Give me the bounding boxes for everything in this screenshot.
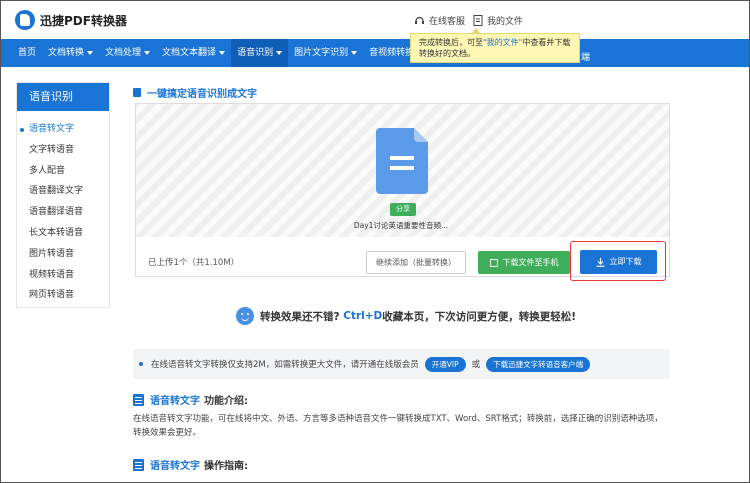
logo-icon — [15, 10, 35, 30]
nav-item-label: 文档转换 — [48, 48, 85, 58]
notice-text: 在线语音转文字转换仅支持2M，如需转换更大文件，请开通在线版会员 — [151, 360, 419, 370]
promo-text1: 转换效果还不错? — [260, 310, 340, 323]
chevron-down-icon — [144, 51, 151, 55]
size-limit-notice: 在线语音转文字转换仅支持2M，如需转换更大文件，请开通在线版会员 开通VIP 或… — [133, 349, 670, 379]
nav-item-5[interactable]: 图片文字识别 — [288, 39, 363, 67]
sidebar: 语音识别 语音转文字 文字转语音 多人配音 语音翻译文字 语音翻译语音 长文本转语音 图片转… — [16, 82, 110, 308]
tooltip-link[interactable]: "我的文件" — [483, 38, 522, 47]
nav-item-tail[interactable]: 端 — [581, 50, 590, 63]
tooltip-line2: 转换好的文档。 — [419, 49, 475, 58]
section-title: 一键搞定语音识别成文字 — [133, 85, 257, 100]
sidebar-title: 语音识别 — [17, 83, 109, 111]
qrcode-icon — [489, 258, 498, 267]
download-client-button[interactable]: 下载迅捷文字转语音客户端 — [486, 356, 591, 372]
intro-heading: 语音转文字 功能介绍: — [133, 392, 248, 407]
tooltip-text-post: 中查看并下载 — [522, 38, 571, 47]
chevron-down-icon — [219, 51, 226, 55]
uploaded-file-name: Day1讨论英语重要性音频... — [353, 221, 449, 230]
intro-keyword: 语音转文字 — [150, 396, 200, 407]
nav-item-0[interactable]: 首页 — [12, 39, 42, 67]
sidebar-item-3[interactable]: 语音翻译文字 — [17, 181, 109, 202]
chevron-down-icon — [276, 51, 283, 55]
nav-item-4[interactable]: 语音识别 — [231, 39, 289, 67]
document-icon — [473, 15, 483, 26]
online-service-link[interactable]: 在线客服 — [414, 14, 465, 27]
main-nav: 首页 文档转换 文档处理 文档文本翻译 语音识别 图片文字识别 音视频转换 — [1, 39, 749, 67]
sidebar-item-7[interactable]: 视频转语音 — [17, 265, 109, 286]
section-title-text: 一键搞定语音识别成文字 — [147, 89, 257, 100]
continue-add-button[interactable]: 继续添加（批量转换） — [366, 251, 466, 274]
share-badge[interactable]: 分享 — [390, 203, 416, 216]
section-marker-icon — [133, 88, 141, 97]
document-icon — [133, 393, 144, 406]
sidebar-item-0[interactable]: 语音转文字 — [17, 119, 109, 140]
my-files-label: 我的文件 — [487, 17, 524, 27]
guide-heading: 语音转文字 操作指南: — [133, 457, 248, 472]
intro-title: 功能介绍: — [204, 396, 248, 407]
download-now-button[interactable]: 立即下载 — [580, 250, 657, 274]
sidebar-item-5[interactable]: 长文本转语音 — [17, 223, 109, 244]
nav-item-label: 文档文本翻译 — [162, 48, 217, 58]
header: 迅捷PDF转换器 在线客服 我的文件 — [1, 1, 749, 39]
sidebar-item-4[interactable]: 语音翻译语音 — [17, 202, 109, 223]
guide-title: 操作指南: — [204, 461, 248, 472]
download-to-phone-label: 下载文件至手机 — [502, 258, 559, 267]
smiley-icon — [236, 307, 254, 325]
nav-item-label: 首页 — [18, 48, 37, 58]
sidebar-item-1[interactable]: 文字转语音 — [17, 140, 109, 161]
app-logo[interactable]: 迅捷PDF转换器 — [15, 10, 127, 30]
app-title: 迅捷PDF转换器 — [40, 13, 127, 28]
nav-item-2[interactable]: 文档处理 — [99, 39, 156, 67]
list-icon — [133, 458, 144, 471]
guide-keyword: 语音转文字 — [150, 461, 200, 472]
nav-item-1[interactable]: 文档转换 — [42, 39, 99, 67]
download-icon — [596, 257, 604, 267]
nav-item-label: 图片文字识别 — [294, 48, 349, 58]
nav-item-3[interactable]: 文档文本翻译 — [156, 39, 231, 67]
sidebar-item-2[interactable]: 多人配音 — [17, 161, 109, 182]
chevron-down-icon — [87, 51, 94, 55]
notice-or: 或 — [471, 360, 481, 370]
tooltip-text-pre: 完成转换后，可至 — [419, 38, 483, 47]
sidebar-item-6[interactable]: 图片转语音 — [17, 244, 109, 265]
promo-shortcut: Ctrl+D — [343, 310, 383, 322]
download-now-label: 立即下载 — [609, 257, 642, 266]
audio-file-icon — [376, 128, 428, 194]
open-vip-button[interactable]: 开通VIP — [424, 356, 466, 372]
my-files-tooltip: 完成转换后，可至"我的文件"中查看并下载 转换好的文档。 — [410, 28, 580, 63]
chevron-down-icon — [351, 51, 358, 55]
nav-item-label: 语音识别 — [237, 48, 274, 58]
sidebar-list: 语音转文字 文字转语音 多人配音 语音翻译文字 语音翻译语音 长文本转语音 图片转语音 视频转… — [17, 111, 109, 306]
upload-count: 已上传1个（共1.10M） — [148, 258, 240, 268]
intro-paragraph: 在线语音转文字功能，可在线将中文、外语、方言等多语种语音文件一键转换成TXT、W… — [133, 414, 663, 438]
nav-item-label: 文档处理 — [105, 48, 142, 58]
headset-icon — [415, 16, 424, 24]
nav-item-label: 音视频转换 — [369, 48, 415, 58]
bullet-icon — [139, 362, 143, 366]
my-files-link[interactable]: 我的文件 — [473, 14, 523, 27]
online-service-label: 在线客服 — [429, 17, 466, 27]
download-to-phone-button[interactable]: 下载文件至手机 — [478, 251, 570, 274]
promo-text2: 收藏本页，下次访问更方便，转换更轻松! — [382, 310, 577, 323]
sidebar-item-8[interactable]: 网页转语音 — [17, 285, 109, 306]
promo-line: 转换效果还不错? Ctrl+D 收藏本页，下次访问更方便，转换更轻松! — [236, 307, 576, 325]
